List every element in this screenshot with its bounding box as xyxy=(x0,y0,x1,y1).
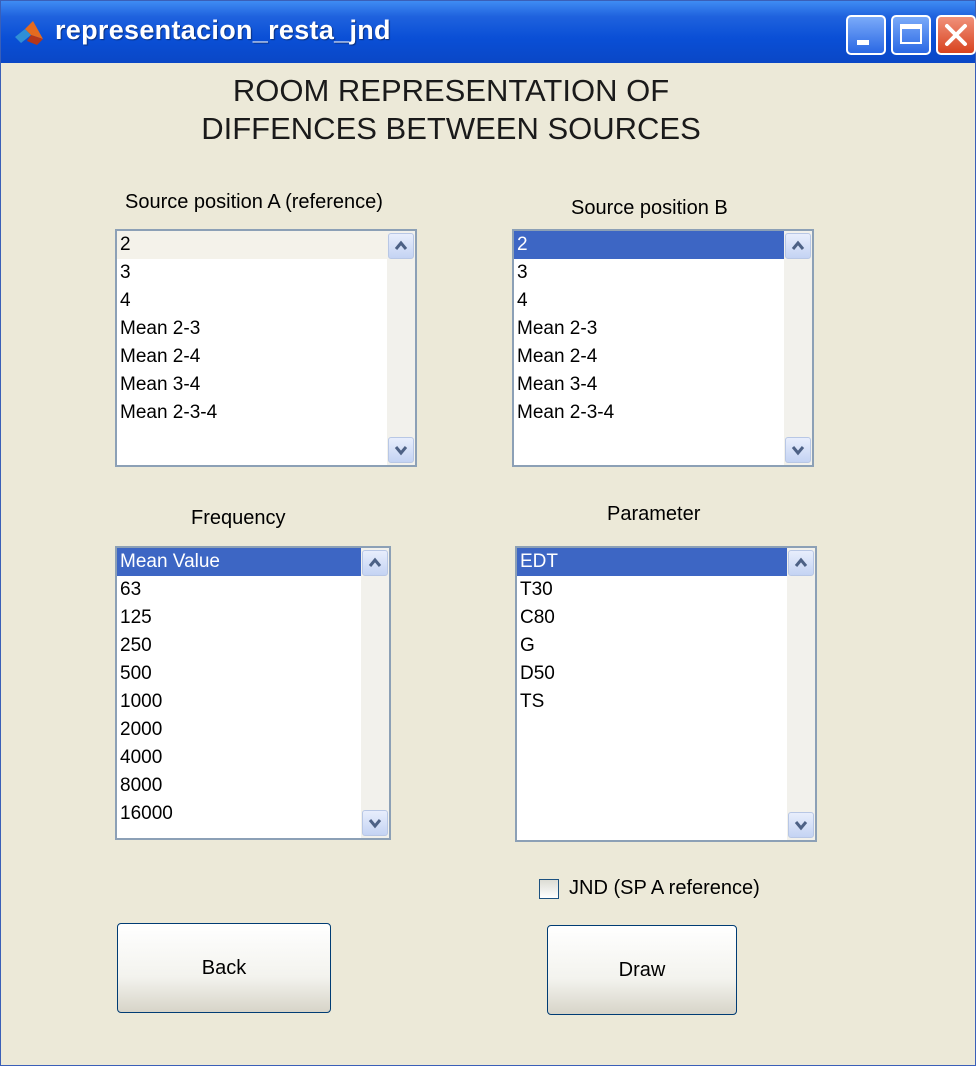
list-item[interactable]: 3 xyxy=(514,259,812,287)
parameter-listbox[interactable]: EDT T30 C80 G D50 TS xyxy=(515,546,817,842)
list-item[interactable]: EDT xyxy=(517,548,815,576)
list-item[interactable]: 8000 xyxy=(117,772,389,800)
chevron-up-icon xyxy=(791,240,805,250)
frequency-listbox[interactable]: Mean Value 63 125 250 500 1000 2000 4000… xyxy=(115,546,391,840)
list-item[interactable]: Mean Value xyxy=(117,548,389,576)
list-item[interactable]: 4 xyxy=(117,287,415,315)
list-item[interactable]: Mean 2-4 xyxy=(514,343,812,371)
list-item[interactable]: TS xyxy=(517,688,815,716)
chevron-down-icon xyxy=(794,821,808,831)
list-item[interactable]: 4000 xyxy=(117,744,389,772)
list-item[interactable]: 1000 xyxy=(117,688,389,716)
scroll-up-button[interactable] xyxy=(388,233,414,259)
list-item[interactable]: Mean 2-4 xyxy=(117,343,415,371)
list-item[interactable]: Mean 2-3-4 xyxy=(117,399,415,427)
scrollbar[interactable] xyxy=(784,231,812,465)
matlab-icon xyxy=(15,21,43,45)
list-item[interactable]: Mean 3-4 xyxy=(514,371,812,399)
close-icon xyxy=(945,24,967,46)
heading-line-2: DIFFENCES BETWEEN SOURCES xyxy=(201,111,701,146)
chevron-down-icon xyxy=(368,819,382,829)
maximize-icon xyxy=(900,24,922,44)
source-a-listbox[interactable]: 2 3 4 Mean 2-3 Mean 2-4 Mean 3-4 Mean 2-… xyxy=(115,229,417,467)
scroll-up-button[interactable] xyxy=(785,233,811,259)
chevron-up-icon xyxy=(394,240,408,250)
list-item[interactable]: Mean 2-3 xyxy=(514,315,812,343)
back-button[interactable]: Back xyxy=(117,923,331,1013)
list-item[interactable]: G xyxy=(517,632,815,660)
list-item[interactable]: 3 xyxy=(117,259,415,287)
scroll-up-button[interactable] xyxy=(362,550,388,576)
scroll-down-button[interactable] xyxy=(788,812,814,838)
jnd-checkbox-label[interactable]: JND (SP A reference) xyxy=(569,877,760,900)
list-item[interactable]: 2 xyxy=(117,231,415,259)
parameter-label: Parameter xyxy=(607,503,701,525)
chevron-down-icon xyxy=(394,446,408,456)
maximize-button[interactable] xyxy=(891,15,931,55)
list-item[interactable]: D50 xyxy=(517,660,815,688)
list-item[interactable]: T30 xyxy=(517,576,815,604)
scroll-down-button[interactable] xyxy=(785,437,811,463)
jnd-checkbox[interactable] xyxy=(539,879,559,899)
list-item[interactable]: Mean 2-3 xyxy=(117,315,415,343)
scrollbar[interactable] xyxy=(787,548,815,840)
list-item[interactable]: 125 xyxy=(117,604,389,632)
minimize-icon xyxy=(857,40,869,45)
window-title: representacion_resta_jnd xyxy=(55,15,391,45)
list-item[interactable]: 250 xyxy=(117,632,389,660)
frequency-label: Frequency xyxy=(191,507,286,529)
scroll-down-button[interactable] xyxy=(388,437,414,463)
list-item[interactable]: C80 xyxy=(517,604,815,632)
close-button[interactable] xyxy=(936,15,976,55)
scrollbar[interactable] xyxy=(387,231,415,465)
list-item[interactable]: Mean 2-3-4 xyxy=(514,399,812,427)
list-item[interactable]: 500 xyxy=(117,660,389,688)
list-item[interactable]: 4 xyxy=(514,287,812,315)
draw-button[interactable]: Draw xyxy=(547,925,737,1015)
list-item[interactable]: 2 xyxy=(514,231,812,259)
scroll-up-button[interactable] xyxy=(788,550,814,576)
source-a-label: Source position A (reference) xyxy=(125,191,383,213)
scrollbar[interactable] xyxy=(361,548,389,838)
chevron-up-icon xyxy=(368,557,382,567)
title-bar[interactable]: representacion_resta_jnd xyxy=(1,1,976,63)
app-window: representacion_resta_jnd ROOM REPRESENTA… xyxy=(0,0,976,1066)
list-item[interactable]: 63 xyxy=(117,576,389,604)
source-b-label: Source position B xyxy=(571,197,728,219)
list-item[interactable]: 2000 xyxy=(117,716,389,744)
minimize-button[interactable] xyxy=(846,15,886,55)
list-item[interactable]: 16000 xyxy=(117,800,389,828)
list-item[interactable]: Mean 3-4 xyxy=(117,371,415,399)
heading-line-1: ROOM REPRESENTATION OF xyxy=(232,73,670,108)
source-b-listbox[interactable]: 2 3 4 Mean 2-3 Mean 2-4 Mean 3-4 Mean 2-… xyxy=(512,229,814,467)
chevron-down-icon xyxy=(791,446,805,456)
chevron-up-icon xyxy=(794,557,808,567)
scroll-down-button[interactable] xyxy=(362,810,388,836)
